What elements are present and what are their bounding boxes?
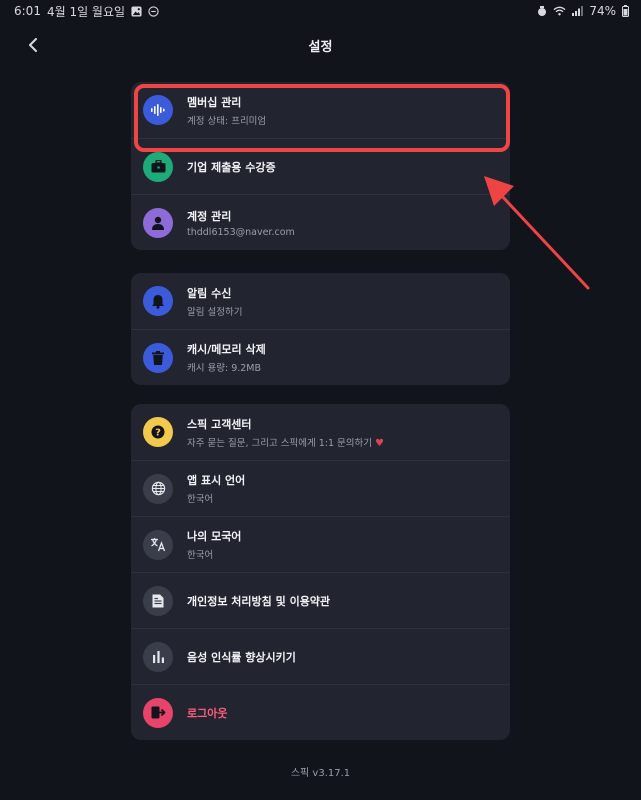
settings-item-privacy-terms[interactable]: 개인정보 처리방침 및 이용약관 [131, 572, 510, 628]
settings-item-title: 개인정보 처리방침 및 이용약관 [187, 594, 331, 608]
question-icon: ? [143, 417, 173, 447]
settings-item-title: 스픽 고객센터 [187, 417, 252, 431]
signal-icon [572, 6, 584, 16]
wifi-icon [553, 6, 566, 16]
settings-group-support: ? 스픽 고객센터 자주 묻는 질문, 그리고 스픽에게 1:1 문의하기 ♥ … [131, 404, 510, 740]
settings-item-subtitle: 계정 상태: 프리미엄 [187, 115, 267, 127]
back-button[interactable] [20, 32, 46, 58]
settings-item-subtitle: thddl6153@naver.com [187, 226, 295, 238]
settings-item-title: 나의 모국어 [187, 530, 242, 543]
settings-item-subtitle: 한국어 [187, 550, 214, 561]
dnd-icon [148, 5, 159, 17]
nav-bar: 설정 [0, 28, 641, 62]
trash-icon [143, 342, 173, 373]
settings-item-account[interactable]: 계정 관리 thddl6153@naver.com [131, 194, 510, 250]
waveform-icon [143, 95, 173, 125]
settings-item-native-language[interactable]: 나의 모국어 한국어 [131, 516, 510, 572]
settings-group-account: 멤버십 관리 계정 상태: 프리미엄 기업 제출용 수강증 계정 관리 thdd… [131, 82, 510, 250]
status-bar: 6:01 4월 1일 월요일 74% [0, 0, 641, 22]
globe-icon [143, 473, 173, 504]
chevron-left-icon [29, 38, 37, 52]
settings-item-subtitle: 알림 설정하기 [187, 306, 243, 318]
page-title: 설정 [308, 39, 333, 55]
settings-item-title: 멤버십 관리 [187, 95, 242, 109]
app-version: 스픽 v3.17.1 [290, 768, 351, 779]
briefcase-icon [143, 151, 173, 182]
battery-level: 74% [589, 4, 616, 18]
heart-icon: ♥ [375, 437, 385, 449]
battery-icon [622, 5, 629, 17]
settings-item-app-language[interactable]: 앱 표시 언어 한국어 [131, 460, 510, 516]
svg-text:?: ? [155, 428, 161, 439]
translate-icon [143, 529, 173, 560]
status-time: 6:01 [14, 4, 41, 18]
status-date: 4월 1일 월요일 [46, 4, 126, 19]
settings-item-cache[interactable]: 캐시/메모리 삭제 캐시 용량: 9.2MB [131, 329, 510, 385]
settings-item-title: 앱 표시 언어 [187, 474, 246, 487]
logout-icon [143, 697, 173, 728]
person-icon [143, 207, 173, 238]
settings-item-title: 기업 제출용 수강증 [187, 160, 276, 174]
bell-icon [143, 286, 173, 316]
settings-item-notifications[interactable]: 알림 수신 알림 설정하기 [131, 273, 510, 329]
settings-item-title: 알림 수신 [187, 286, 232, 300]
settings-item-subtitle: 자주 묻는 질문, 그리고 스픽에게 1:1 문의하기 [187, 437, 373, 449]
settings-item-membership[interactable]: 멤버십 관리 계정 상태: 프리미엄 [131, 82, 510, 138]
settings-item-subtitle: 캐시 용량: 9.2MB [187, 363, 262, 374]
settings-item-title: 계정 관리 [187, 209, 232, 223]
settings-item-title: 로그아웃 [187, 706, 228, 720]
gallery-icon [131, 5, 142, 17]
settings-item-speech-recognition[interactable]: 음성 인식률 향상시키기 [131, 628, 510, 684]
settings-item-logout[interactable]: 로그아웃 [131, 684, 510, 740]
bar-chart-icon [143, 641, 173, 672]
alarm-icon [537, 5, 547, 17]
document-icon [143, 585, 173, 616]
settings-item-support[interactable]: ? 스픽 고객센터 자주 묻는 질문, 그리고 스픽에게 1:1 문의하기 ♥ [131, 404, 510, 460]
settings-item-title: 캐시/메모리 삭제 [187, 343, 266, 356]
settings-item-subtitle: 한국어 [187, 494, 214, 505]
settings-item-title: 음성 인식률 향상시키기 [187, 650, 296, 664]
settings-group-app: 알림 수신 알림 설정하기 캐시/메모리 삭제 캐시 용량: 9.2MB [131, 273, 510, 385]
settings-item-certificate[interactable]: 기업 제출용 수강증 [131, 138, 510, 194]
